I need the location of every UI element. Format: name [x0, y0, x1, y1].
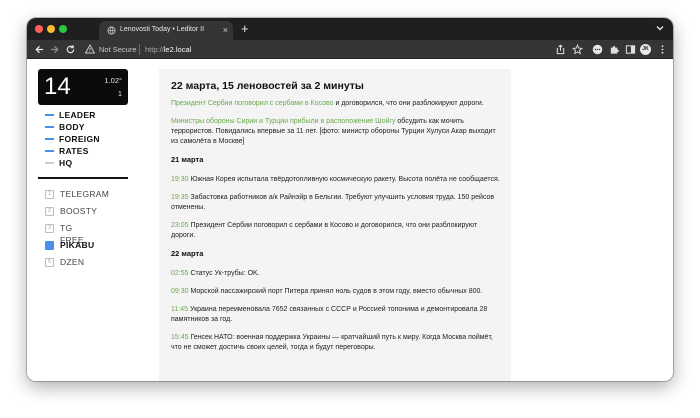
zoom-window-button[interactable]: [59, 25, 67, 33]
news-text: Южная Корея испытала твёрдотопливную кос…: [188, 176, 500, 183]
tab-strip: Lenovosti Today • Leditor II × +: [27, 18, 673, 40]
date-heading: 22 марта: [171, 249, 204, 258]
news-item: 23:05 Президент Сербии поговорил с серба…: [171, 221, 501, 241]
forward-arrow-icon[interactable]: [49, 44, 60, 55]
source-number: 3: [48, 225, 51, 231]
web-page: 14 1.02° 1 LEADER BODY FOREIGN RATES HQ …: [27, 59, 673, 381]
page-title: 22 марта, 15 леновостей за 2 минуты: [171, 80, 364, 92]
source-label: TELEGRAM: [60, 189, 110, 199]
news-text: и договорился, что они разблокируют доро…: [333, 100, 484, 107]
nav-label: HQ: [59, 158, 73, 168]
widget-number: 1: [117, 89, 122, 98]
url-scheme: http://: [145, 45, 164, 54]
nav-dash: [45, 150, 54, 152]
news-link[interactable]: Президент Сербии поговорил с сербами в К…: [171, 100, 334, 107]
avatar-initials: JK: [642, 46, 649, 52]
date-heading: 21 марта: [171, 155, 204, 164]
news-time[interactable]: 23:05: [171, 222, 189, 229]
new-tab-button[interactable]: +: [241, 21, 249, 37]
browser-toolbar: Not Secure http://le2.local JK: [27, 40, 673, 59]
news-item: 15:45 Генсек НАТО: военная поддержка Укр…: [171, 333, 501, 353]
news-time[interactable]: 15:45: [171, 334, 189, 341]
news-item: 19:35 Забастовка работников а/к Райнэйр …: [171, 193, 501, 213]
source-number: 5: [48, 259, 51, 265]
nav-dash: [45, 126, 54, 128]
sidebar-icon[interactable]: [625, 44, 636, 55]
tab-active[interactable]: Lenovosti Today • Leditor II ×: [99, 21, 233, 40]
news-time[interactable]: 11:45: [171, 306, 188, 313]
reload-icon[interactable]: [65, 44, 76, 55]
tab-title: Lenovosti Today • Leditor II: [120, 26, 205, 33]
source-label: PIKABU: [60, 240, 95, 250]
intro-item: Президент Сербии поговорил с сербами в К…: [171, 99, 501, 109]
extension-menu-icon[interactable]: [592, 44, 603, 55]
address-bar[interactable]: Not Secure http://le2.local: [81, 42, 551, 57]
intro-item: Министры обороны Сирии и Турции прибыли …: [171, 117, 501, 147]
nav-label: BODY: [59, 122, 85, 132]
nav-label: RATES: [59, 146, 89, 156]
news-text: Генсек НАТО: военная поддержка Украины —…: [171, 334, 493, 351]
news-item: 11:45 Украина переименовала 7652 связанн…: [171, 305, 501, 325]
browser-window: Lenovosti Today • Leditor II × + Not Sec…: [27, 18, 673, 381]
more-menu-icon[interactable]: [657, 44, 668, 55]
nav-label: LEADER: [59, 110, 96, 120]
bookmark-star-icon[interactable]: [572, 44, 583, 55]
share-icon[interactable]: [555, 44, 566, 55]
widget-day: 14: [44, 73, 71, 100]
nav-label: FOREIGN: [59, 134, 100, 144]
back-arrow-icon[interactable]: [34, 44, 45, 55]
news-time[interactable]: 09:30: [171, 288, 189, 295]
date-weather-widget: 14 1.02° 1: [38, 69, 128, 105]
news-link[interactable]: Министры обороны Сирии и Турции прибыли …: [171, 118, 395, 125]
news-text: Морской пассажирский порт Питера принял …: [188, 288, 483, 295]
source-number: 1: [48, 191, 51, 197]
news-content: 22 марта, 15 леновостей за 2 минуты През…: [171, 79, 501, 361]
url-text[interactable]: http://le2.local: [145, 44, 191, 55]
security-status-label[interactable]: Not Secure: [99, 44, 137, 55]
minimize-window-button[interactable]: [47, 25, 55, 33]
tab-close-icon[interactable]: ×: [223, 24, 228, 36]
chevron-down-icon[interactable]: [655, 23, 665, 33]
nav-dash: [45, 114, 54, 116]
news-text: Президент Сербии поговорил с сербами в К…: [171, 222, 478, 239]
source-label: DZEN: [60, 257, 85, 267]
warning-icon[interactable]: [85, 44, 95, 54]
news-text: Украина переименовала 7652 связанных с С…: [171, 306, 488, 323]
news-time[interactable]: 19:35: [171, 194, 189, 201]
address-divider: [139, 44, 140, 55]
news-text: Статус Ук-трубы: OK.: [188, 270, 260, 277]
globe-icon: [107, 26, 116, 35]
news-item: 02:55 Статус Ук-трубы: OK.: [171, 269, 501, 279]
nav-dash: [45, 138, 54, 140]
news-time[interactable]: 19:30: [171, 176, 189, 183]
news-text: Забастовка работников а/к Райнэйр в Бель…: [171, 194, 495, 211]
news-item: 09:30 Морской пассажирский порт Питера п…: [171, 287, 501, 297]
avatar[interactable]: JK: [640, 44, 651, 55]
close-window-button[interactable]: [35, 25, 43, 33]
news-item: 19:30 Южная Корея испытала твёрдотопливн…: [171, 175, 501, 185]
news-time[interactable]: 02:55: [171, 270, 189, 277]
source-number: 2: [48, 208, 51, 214]
source-label: BOOSTY: [60, 206, 98, 216]
sidebar-divider: [38, 177, 128, 179]
puzzle-extensions-icon[interactable]: [609, 44, 620, 55]
url-host: le2.local: [163, 45, 192, 54]
widget-temperature: 1.02°: [104, 76, 122, 85]
nav-dash: [45, 162, 54, 164]
source-checkbox[interactable]: [45, 241, 54, 250]
